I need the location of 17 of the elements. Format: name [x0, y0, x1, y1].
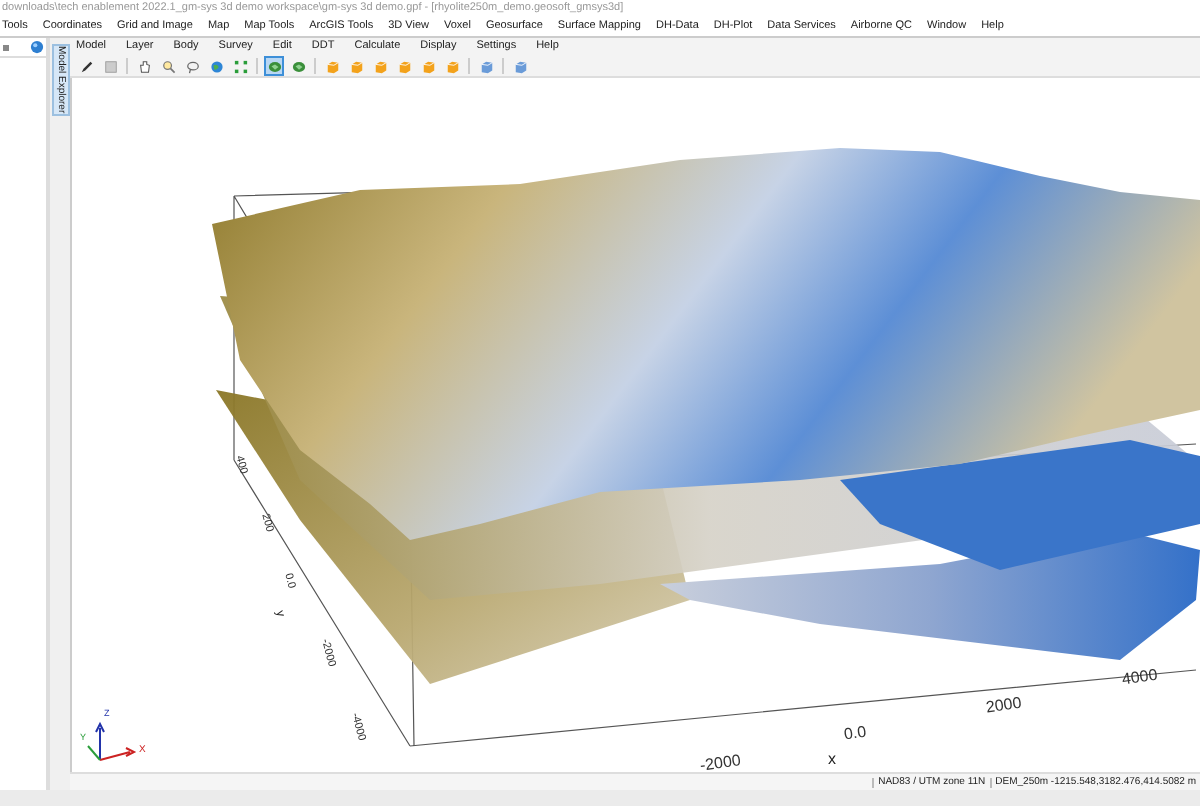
x-axis-title: x	[828, 752, 836, 768]
x-axis-tick-label: -2000	[699, 753, 742, 772]
map-icon	[291, 59, 305, 73]
x-axis-tick-label: 0.0	[843, 724, 868, 744]
toolbar-button[interactable]	[76, 56, 96, 76]
grid-icon	[103, 59, 117, 73]
x-axis-tick-label: 4000	[1121, 667, 1159, 689]
globe-icon[interactable]	[30, 40, 44, 54]
fit-icon	[233, 59, 247, 73]
toolbar-button[interactable]	[134, 56, 154, 76]
axis-triad-drawing	[87, 721, 137, 761]
pin-icon[interactable]	[2, 43, 10, 51]
x-axis-tick-label: 2000	[985, 695, 1023, 717]
map-icon	[267, 59, 281, 73]
lasso-icon	[185, 59, 199, 73]
zoom-icon	[161, 59, 175, 73]
globe-icon	[209, 59, 223, 73]
